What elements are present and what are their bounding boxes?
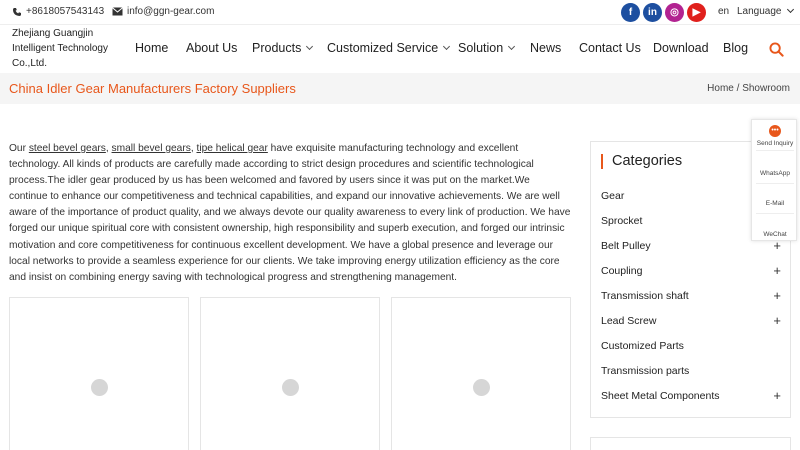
- nav-products[interactable]: Products: [252, 41, 312, 55]
- category-lead-screw[interactable]: Lead Screw +: [601, 314, 781, 329]
- expand-icon[interactable]: +: [773, 389, 781, 402]
- category-coupling[interactable]: Coupling +: [601, 264, 781, 279]
- breadcrumb-separator: /: [733, 83, 743, 94]
- expand-icon[interactable]: +: [773, 314, 781, 327]
- category-transmission-shaft[interactable]: Transmission shaft +: [601, 289, 781, 304]
- loading-placeholder-icon: [282, 379, 299, 396]
- phone-number: +8618057543143: [26, 6, 105, 17]
- wechat-button[interactable]: WeChat: [752, 231, 798, 238]
- send-inquiry-button[interactable]: ••• Send Inquiry: [752, 125, 798, 147]
- search-icon[interactable]: [769, 42, 784, 57]
- divider: [756, 150, 794, 151]
- category-label: Sheet Metal Components: [601, 390, 720, 402]
- logo-line-2: Intelligent Technology: [12, 43, 108, 54]
- second-sidebar-panel: [590, 437, 791, 450]
- product-card[interactable]: [200, 297, 380, 450]
- page-title-band: China Idler Gear Manufacturers Factory S…: [0, 73, 800, 104]
- nav-solution[interactable]: Solution: [458, 41, 514, 55]
- mail-icon: [112, 7, 123, 16]
- youtube-icon[interactable]: ▶: [687, 3, 706, 22]
- language-code[interactable]: en: [718, 6, 729, 17]
- category-label: Coupling: [601, 265, 643, 277]
- category-sheet-metal-components[interactable]: Sheet Metal Components +: [601, 389, 781, 404]
- chat-icon: •••: [769, 125, 781, 137]
- nav-download[interactable]: Download: [653, 41, 709, 55]
- nav-news[interactable]: News: [530, 41, 561, 55]
- category-label: Transmission shaft: [601, 290, 689, 302]
- whatsapp-button[interactable]: WhatsApp: [752, 170, 798, 177]
- email-contact[interactable]: info@ggn-gear.com: [112, 6, 214, 17]
- facebook-icon[interactable]: f: [621, 3, 640, 22]
- category-label: Sprocket: [601, 215, 643, 227]
- send-inquiry-label: Send Inquiry: [756, 140, 794, 147]
- logo-line-1: Zhejiang Guangjin: [12, 28, 94, 39]
- wechat-label: WeChat: [763, 231, 787, 238]
- category-customized-parts[interactable]: Customized Parts: [601, 340, 781, 354]
- categories-title: Categories: [601, 154, 682, 169]
- linkedin-icon[interactable]: in: [643, 3, 662, 22]
- loading-placeholder-icon: [473, 379, 490, 396]
- category-label: Lead Screw: [601, 315, 657, 327]
- email-button[interactable]: E-Mail: [752, 200, 798, 207]
- floating-contact-widget: ••• Send Inquiry WhatsApp E-Mail WeChat: [751, 119, 797, 241]
- nav-contact-us[interactable]: Contact Us: [579, 41, 641, 55]
- divider: [756, 183, 794, 184]
- product-card[interactable]: [9, 297, 189, 450]
- link-small-bevel-gears[interactable]: small bevel gears: [112, 143, 191, 154]
- expand-icon[interactable]: +: [773, 239, 781, 252]
- loading-placeholder-icon: [91, 379, 108, 396]
- logo-line-3: Co.,Ltd.: [12, 58, 48, 69]
- link-steel-bevel-gears[interactable]: steel bevel gears: [29, 143, 106, 154]
- nav-home[interactable]: Home: [135, 41, 168, 55]
- social-links: f in ◎ ▶: [621, 3, 706, 22]
- nav-customized-service[interactable]: Customized Service: [327, 41, 449, 55]
- page-title: China Idler Gear Manufacturers Factory S…: [9, 81, 296, 96]
- product-card[interactable]: [391, 297, 571, 450]
- top-bar: +8618057543143 info@ggn-gear.com f in ◎ …: [0, 0, 800, 25]
- breadcrumb-current: Showroom: [742, 83, 790, 94]
- category-label: Gear: [601, 190, 625, 202]
- phone-contact[interactable]: +8618057543143: [12, 6, 104, 17]
- expand-icon[interactable]: +: [773, 264, 781, 277]
- intro-body: have exquisite manufacturing technology …: [9, 143, 571, 283]
- phone-icon: [13, 7, 21, 16]
- expand-icon[interactable]: +: [773, 289, 781, 302]
- category-label: Transmission parts: [601, 365, 690, 377]
- category-transmission-parts[interactable]: Transmission parts: [601, 365, 781, 379]
- breadcrumb: Home / Showroom: [707, 83, 790, 94]
- intro-paragraph: Our steel bevel gears, small bevel gears…: [9, 141, 571, 286]
- category-belt-pulley[interactable]: Belt Pulley +: [601, 239, 781, 254]
- whatsapp-label: WhatsApp: [760, 170, 790, 177]
- divider: [756, 213, 794, 214]
- company-logo[interactable]: Zhejiang Guangjin Intelligent Technology…: [12, 26, 122, 71]
- nav-blog[interactable]: Blog: [723, 41, 748, 55]
- instagram-icon[interactable]: ◎: [665, 3, 684, 22]
- nav-about-us[interactable]: About Us: [186, 41, 237, 55]
- email-address: info@ggn-gear.com: [127, 6, 215, 17]
- breadcrumb-home[interactable]: Home: [707, 83, 734, 94]
- category-label: Belt Pulley: [601, 240, 651, 252]
- link-tipe-helical-gear[interactable]: tipe helical gear: [196, 143, 267, 154]
- intro-prefix: Our: [9, 143, 29, 154]
- language-selector[interactable]: Language: [737, 6, 793, 17]
- email-label: E-Mail: [765, 200, 785, 207]
- category-label: Customized Parts: [601, 340, 684, 352]
